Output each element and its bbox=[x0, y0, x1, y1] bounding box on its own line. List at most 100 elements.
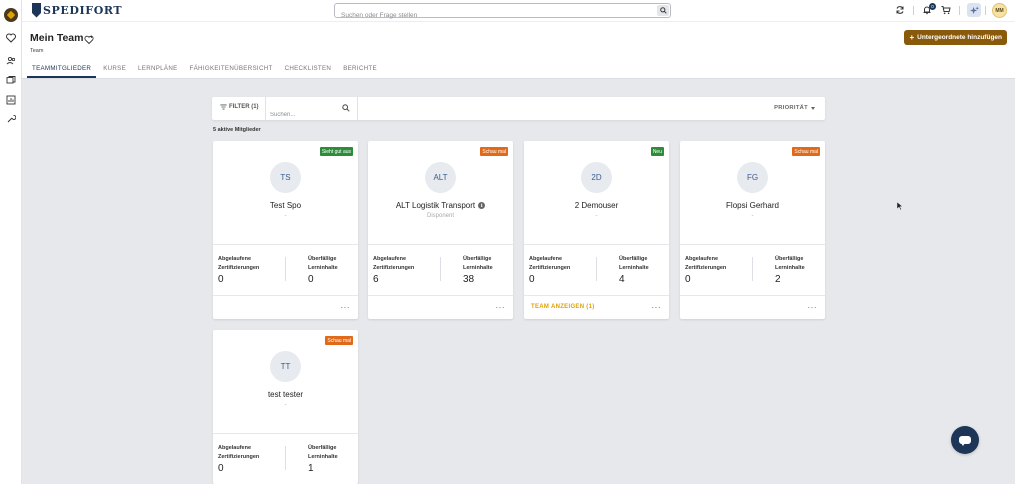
stat-label-line: Zertifizierungen bbox=[685, 265, 727, 271]
top-bar: SPEDIFORT 0 MM bbox=[22, 0, 1015, 22]
user-avatar[interactable]: MM bbox=[992, 3, 1007, 18]
avatar: TS bbox=[270, 162, 301, 193]
show-team-link[interactable]: TEAM ANZEIGEN (1) bbox=[531, 304, 595, 310]
divider bbox=[357, 97, 358, 120]
more-options-icon[interactable]: ··· bbox=[341, 304, 351, 312]
expired-certifications-label: Abgelaufene Zertifizierungen bbox=[218, 444, 259, 462]
expired-certifications-value: 0 bbox=[218, 463, 224, 474]
stat-label-line: Zertifizierungen bbox=[218, 265, 260, 271]
app-logo-icon[interactable] bbox=[4, 8, 18, 22]
search-icon bbox=[659, 7, 667, 14]
divider bbox=[265, 97, 266, 120]
filter-button[interactable]: FILTER (1) bbox=[220, 104, 259, 110]
member-card[interactable]: Schau mal TT test tester - Abgelaufene Ze… bbox=[213, 330, 358, 484]
divider bbox=[913, 6, 914, 15]
overdue-content-label: Überfällige Lerninhalte bbox=[463, 255, 493, 273]
tab-bar: TEAMMITGLIEDER KURSE LERNPLÄNE FÄHIGKEIT… bbox=[22, 60, 382, 78]
cart-icon[interactable] bbox=[940, 4, 952, 16]
divider bbox=[985, 6, 986, 15]
sparkle-icon bbox=[969, 5, 979, 14]
more-options-icon[interactable]: ··· bbox=[652, 304, 662, 312]
divider bbox=[596, 257, 597, 281]
avatar: TT bbox=[270, 351, 301, 382]
stat-label-line: Überfällige bbox=[619, 256, 648, 262]
stat-label-line: Zertifizierungen bbox=[529, 265, 571, 271]
stat-label-line: Lerninhalte bbox=[463, 265, 493, 271]
stat-label-line: Überfällige bbox=[308, 256, 337, 262]
info-icon[interactable]: i bbox=[478, 202, 486, 209]
member-search-input[interactable] bbox=[270, 112, 338, 118]
overdue-content-value: 38 bbox=[463, 274, 475, 285]
stat-label-line: Überfällige bbox=[308, 445, 337, 451]
stat-label-line: Abgelaufene bbox=[218, 256, 252, 262]
add-subordinates-button[interactable]: + Untergeordnete hinzufügen bbox=[904, 30, 1007, 45]
brand-mark-icon bbox=[32, 2, 41, 18]
stat-label-line: Abgelaufene bbox=[529, 256, 563, 262]
ai-assistant-button[interactable] bbox=[967, 3, 981, 17]
member-card[interactable]: Schau mal ALT ALT Logistik Transport i Di… bbox=[368, 141, 513, 319]
brand-name: SPEDIFORT bbox=[43, 3, 123, 17]
member-role: - bbox=[595, 213, 598, 219]
expired-certifications-value: 0 bbox=[529, 274, 535, 285]
team-icon[interactable] bbox=[4, 54, 18, 68]
tools-icon[interactable] bbox=[4, 112, 18, 126]
stat-label-line: Abgelaufene bbox=[218, 445, 252, 451]
overdue-content-value: 2 bbox=[775, 274, 781, 285]
member-search bbox=[270, 103, 350, 118]
tab-skills-overview[interactable]: FÄHIGKEITENÜBERSICHT bbox=[185, 60, 278, 78]
member-name-text: ALT Logistik Transport bbox=[395, 201, 476, 210]
expired-certifications-value: 0 bbox=[685, 274, 691, 285]
expired-certifications-label: Abgelaufene Zertifizierungen bbox=[218, 255, 259, 273]
plus-icon: + bbox=[909, 32, 915, 42]
member-card[interactable]: Sieht gut aus TS Test Spo - Abgelaufene Z… bbox=[213, 141, 358, 319]
heart-icon[interactable] bbox=[4, 31, 18, 45]
sort-label: PRIORITÄT bbox=[774, 105, 808, 111]
chat-icon bbox=[959, 436, 971, 446]
tab-reports[interactable]: BERICHTE bbox=[338, 60, 382, 78]
stat-label-line: Überfällige bbox=[463, 256, 492, 262]
tab-courses[interactable]: KURSE bbox=[98, 60, 131, 78]
more-options-icon[interactable]: ··· bbox=[496, 304, 506, 312]
divider bbox=[680, 244, 825, 245]
overdue-content-value: 4 bbox=[619, 274, 625, 285]
status-badge: Schau mal bbox=[325, 336, 353, 345]
sort-dropdown[interactable]: PRIORITÄT bbox=[774, 105, 815, 111]
brand-logo[interactable]: SPEDIFORT bbox=[32, 2, 122, 18]
divider bbox=[213, 433, 358, 434]
global-search bbox=[334, 3, 671, 22]
tab-checklists[interactable]: CHECKLISTEN bbox=[280, 60, 337, 78]
favorite-add-icon[interactable] bbox=[84, 32, 94, 45]
page-subtitle: Team bbox=[30, 48, 44, 54]
search-icon[interactable] bbox=[342, 104, 350, 112]
library-icon[interactable] bbox=[4, 73, 18, 87]
expired-certifications-label: Abgelaufene Zertifizierungen bbox=[529, 255, 570, 273]
chat-button[interactable] bbox=[951, 426, 979, 454]
stat-label-line: Lerninhalte bbox=[619, 265, 649, 271]
status-badge: Schau mal bbox=[480, 147, 508, 156]
stat-label-line: Abgelaufene bbox=[685, 256, 719, 262]
divider bbox=[285, 257, 286, 281]
member-name: Flopsi Gerhard bbox=[680, 201, 825, 210]
mouse-cursor-icon bbox=[897, 202, 903, 210]
divider bbox=[680, 295, 825, 296]
member-name: 2 Demouser bbox=[524, 201, 669, 210]
reports-icon[interactable] bbox=[4, 93, 18, 107]
stat-label-line: Abgelaufene bbox=[373, 256, 407, 262]
page-header: Mein Team Team + Untergeordnete hinzufüg… bbox=[22, 21, 1015, 79]
overdue-content-value: 0 bbox=[308, 274, 314, 285]
member-card[interactable]: Schau mal FG Flopsi Gerhard - Abgelaufen… bbox=[680, 141, 825, 319]
divider bbox=[368, 295, 513, 296]
search-button[interactable] bbox=[657, 5, 669, 16]
tab-team-members[interactable]: TEAMMITGLIEDER bbox=[27, 60, 97, 78]
member-role: Disponent bbox=[426, 213, 455, 219]
member-name-text: Flopsi Gerhard bbox=[726, 201, 779, 210]
more-options-icon[interactable]: ··· bbox=[808, 304, 818, 312]
sync-icon[interactable] bbox=[894, 4, 906, 16]
member-card[interactable]: Neu 2D 2 Demouser - Abgelaufene Zertifizi… bbox=[524, 141, 669, 319]
tab-learning-plans[interactable]: LERNPLÄNE bbox=[133, 60, 183, 78]
member-name-text: 2 Demouser bbox=[574, 201, 619, 210]
member-role: - bbox=[751, 213, 754, 219]
filter-bar: FILTER (1) PRIORITÄT bbox=[212, 97, 825, 120]
chevron-down-icon bbox=[811, 106, 815, 110]
status-badge: Neu bbox=[650, 147, 664, 156]
